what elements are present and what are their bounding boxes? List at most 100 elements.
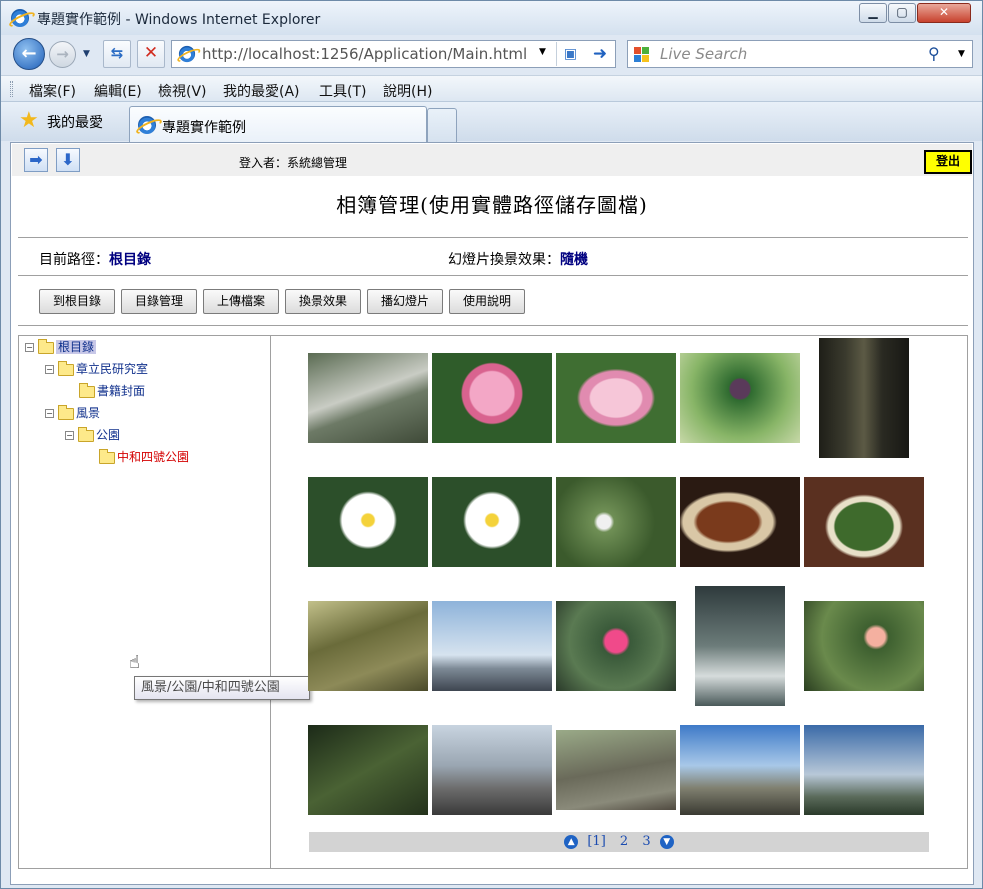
- menu-favorites[interactable]: 我的最愛(A): [223, 81, 300, 101]
- menu-view[interactable]: 檢視(V): [158, 81, 207, 101]
- prev-arrow-button[interactable]: ➡: [24, 148, 48, 172]
- menu-bar: 檔案(F) 編輯(E) 檢視(V) 我的最愛(A) 工具(T) 說明(H): [1, 75, 982, 101]
- menu-edit[interactable]: 編輯(E): [94, 81, 142, 101]
- tree-node-zhonghe[interactable]: 中和四號公園: [99, 448, 189, 466]
- menu-help[interactable]: 說明(H): [383, 81, 432, 101]
- photo-thumbnail[interactable]: [804, 725, 924, 815]
- tree-label[interactable]: 風景: [76, 406, 100, 420]
- tree-node-park[interactable]: − 公園: [65, 426, 120, 444]
- hand-cursor-icon: ☝: [129, 652, 140, 673]
- photo-thumbnail[interactable]: [432, 477, 552, 567]
- folder-tree: − 根目錄 − 章立民研究室 書籍封面 − 風景 − 公園 中和四號公園 ☝ 風景/公園…: [19, 336, 310, 868]
- folder-icon: [99, 448, 115, 464]
- folder-icon: [38, 338, 54, 354]
- search-dropdown-icon[interactable]: ▼: [958, 49, 965, 59]
- upload-button[interactable]: 上傳檔案: [203, 289, 279, 314]
- photo-thumbnail[interactable]: [308, 477, 428, 567]
- photo-thumbnail[interactable]: [308, 725, 428, 815]
- tree-label[interactable]: 中和四號公園: [117, 450, 189, 464]
- folder-icon: [78, 426, 94, 442]
- photo-gallery: ▲ [1] 2 3 ▼: [272, 336, 968, 868]
- help-button[interactable]: 使用說明: [449, 289, 525, 314]
- tab-bar: ★ 我的最愛 專題實作範例: [1, 101, 982, 142]
- new-tab-button[interactable]: [427, 108, 457, 142]
- photo-thumbnail[interactable]: [432, 353, 552, 443]
- effect-button[interactable]: 換景效果: [285, 289, 361, 314]
- refresh-button[interactable]: ⇆: [103, 40, 131, 68]
- favorites-star-icon[interactable]: ★: [19, 110, 39, 132]
- folder-icon: [58, 360, 74, 376]
- navigation-bar: ← → ▼ ⇆ ✕ http://localhost:1256/Applicat…: [1, 35, 982, 73]
- photo-thumbnail[interactable]: [680, 725, 800, 815]
- back-button[interactable]: ←: [13, 38, 45, 70]
- tab-label: 專題實作範例: [162, 120, 246, 136]
- photo-thumbnail[interactable]: [556, 601, 676, 691]
- tree-node-root[interactable]: − 根目錄: [25, 338, 97, 356]
- photo-thumbnail[interactable]: [680, 477, 800, 567]
- photo-thumbnail[interactable]: [308, 353, 428, 443]
- title-bar: 專題實作範例 - Windows Internet Explorer ▁ ▢ ✕: [1, 1, 982, 35]
- forward-button[interactable]: →: [49, 41, 76, 68]
- photo-thumbnail[interactable]: [432, 725, 552, 815]
- windows-logo-icon: [634, 47, 650, 63]
- minimize-button[interactable]: ▁: [859, 3, 887, 23]
- down-arrow-button[interactable]: ⬇: [56, 148, 80, 172]
- tab-ie-icon: [138, 116, 156, 134]
- search-icon[interactable]: ⚲: [928, 44, 940, 63]
- collapse-icon[interactable]: −: [45, 365, 54, 374]
- slideshow-button[interactable]: 播幻燈片: [367, 289, 443, 314]
- page-link[interactable]: [1]: [587, 834, 605, 849]
- address-input[interactable]: http://localhost:1256/Application/Main.h…: [202, 41, 532, 67]
- page-link[interactable]: 3: [642, 834, 650, 849]
- page-link[interactable]: 2: [620, 834, 628, 849]
- search-bar: Live Search ⚲ ▼: [627, 40, 973, 68]
- photo-thumbnail[interactable]: [556, 477, 676, 567]
- photo-thumbnail[interactable]: [695, 586, 785, 706]
- favorites-label[interactable]: 我的最愛: [47, 112, 103, 132]
- stop-button[interactable]: ✕: [137, 40, 165, 68]
- history-dropdown-icon[interactable]: ▼: [83, 49, 90, 59]
- photo-thumbnail[interactable]: [819, 338, 909, 458]
- prev-page-icon[interactable]: ▲: [564, 834, 579, 849]
- folder-icon: [58, 404, 74, 420]
- next-page-icon[interactable]: ▼: [659, 834, 674, 849]
- compatibility-icon[interactable]: ▣: [556, 42, 584, 66]
- menu-file[interactable]: 檔案(F): [29, 81, 76, 101]
- effect-value: 隨機: [560, 252, 588, 268]
- browser-window: 專題實作範例 - Windows Internet Explorer ▁ ▢ ✕…: [0, 0, 983, 889]
- photo-thumbnail[interactable]: [804, 477, 924, 567]
- tree-node-covers[interactable]: 書籍封面: [79, 382, 145, 400]
- photo-thumbnail[interactable]: [804, 601, 924, 691]
- menu-tools[interactable]: 工具(T): [319, 81, 366, 101]
- photo-thumbnail[interactable]: [680, 353, 800, 443]
- menu-grip: [10, 81, 13, 97]
- tree-label[interactable]: 根目錄: [56, 340, 97, 354]
- collapse-icon[interactable]: −: [25, 343, 34, 352]
- tree-node-lab[interactable]: − 章立民研究室: [45, 360, 148, 378]
- tree-label[interactable]: 章立民研究室: [76, 362, 148, 376]
- tree-node-scenery[interactable]: − 風景: [45, 404, 100, 422]
- tree-label[interactable]: 公園: [96, 428, 120, 442]
- search-input[interactable]: Live Search: [660, 41, 920, 67]
- close-button[interactable]: ✕: [917, 3, 971, 23]
- ie-icon: [11, 9, 29, 27]
- address-dropdown-icon[interactable]: ▼: [539, 47, 546, 57]
- photo-thumbnail[interactable]: [432, 601, 552, 691]
- photo-thumbnail[interactable]: [556, 353, 676, 443]
- user-label: 登入者：系統總管理: [239, 156, 348, 170]
- go-arrow-icon[interactable]: ➜: [586, 42, 614, 66]
- to-root-button[interactable]: 到根目錄: [39, 289, 115, 314]
- divider: [18, 275, 968, 276]
- effect-caption: 幻燈片換景效果：: [448, 252, 560, 268]
- maximize-button[interactable]: ▢: [888, 3, 916, 23]
- photo-thumbnail[interactable]: [308, 601, 428, 691]
- folder-manage-button[interactable]: 目錄管理: [121, 289, 197, 314]
- photo-thumbnail[interactable]: [556, 730, 676, 810]
- tree-label[interactable]: 書籍封面: [97, 384, 145, 398]
- collapse-icon[interactable]: −: [65, 431, 74, 440]
- main-panels: − 根目錄 − 章立民研究室 書籍封面 − 風景 − 公園 中和四號公園 ☝ 風景/公園…: [18, 335, 968, 869]
- collapse-icon[interactable]: −: [45, 409, 54, 418]
- folder-icon: [79, 382, 95, 398]
- tab-active[interactable]: 專題實作範例: [129, 106, 427, 142]
- logout-button[interactable]: 登出: [924, 150, 972, 174]
